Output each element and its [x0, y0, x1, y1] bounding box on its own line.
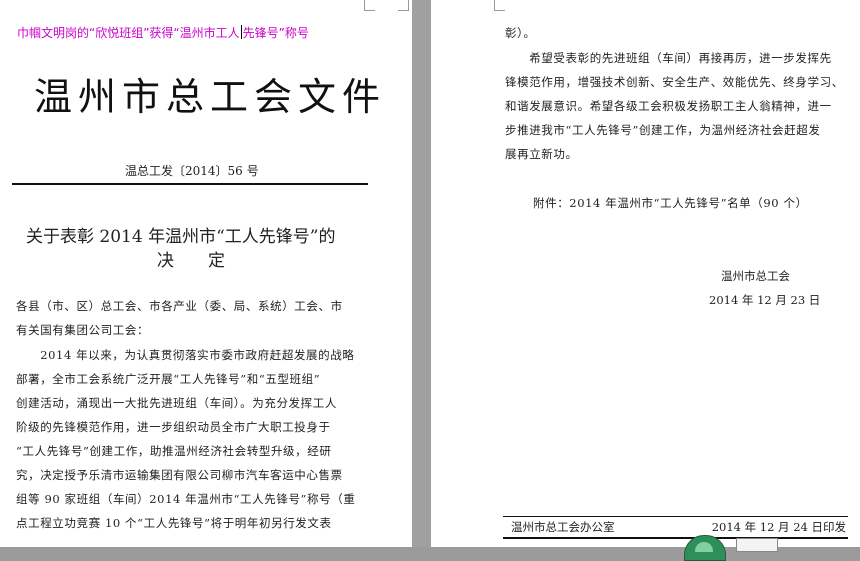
- body-line: 彰）。: [505, 26, 536, 40]
- body-line: 2014 年以来，为认真贯彻落实市委市政府赶超发展的战略: [16, 348, 355, 362]
- footer-rule-top: [503, 516, 848, 517]
- body-line: 部署，全市工会系统广泛开展“工人先锋号”和“五型班组”: [16, 372, 321, 386]
- page-gutter: [412, 0, 431, 547]
- header-rule: [12, 183, 368, 185]
- attachment-line: 附件：2014 年温州市“工人先锋号”名单（90 个）: [533, 196, 808, 210]
- body-line: “工人先锋号”创建工作，助推温州经济社会转型升级，经研: [16, 444, 332, 458]
- body-line: 究，决定授予乐清市运输集团有限公司柳市汽车客运中心售票: [16, 468, 343, 482]
- heading-line-1: 关于表彰 2014 年温州市“工人先锋号”的: [26, 227, 336, 247]
- footer-issuer: 温州市总工会办公室: [511, 520, 615, 534]
- page-corner-mark: [398, 0, 409, 11]
- body-line: 展再立新功。: [505, 147, 578, 161]
- body-line: 各县（市、区）总工会、市各产业（委、局、系统）工会、市: [16, 299, 343, 313]
- banner-text-before: 巾帼文明岗的“欣悦班组”获得“温州市工人: [17, 26, 240, 40]
- body-line: 和谐发展意识。希望各级工会积极发扬职工主人翁精神，进一: [505, 99, 832, 113]
- document-page-right: 彰）。 希望受表彰的先进班组（车间）再接再厉，进一步发挥先 锋模范作用，增强技术…: [431, 0, 860, 547]
- footer-print-date: 2014 年 12 月 24 日印发: [711, 520, 846, 534]
- signature-date: 2014 年 12 月 23 日: [709, 293, 821, 307]
- signature-organization: 温州市总工会: [721, 269, 790, 283]
- body-line: 有关国有集团公司工会：: [16, 323, 150, 337]
- body-line: 步推进我市“工人先锋号”创建工作，为温州经济社会赶超发: [505, 123, 821, 137]
- body-line: 锋模范作用，增强技术创新、安全生产、效能优先、终身学习、: [505, 75, 844, 89]
- page-corner-mark: [494, 0, 505, 11]
- footer-rule-bottom: [503, 537, 848, 539]
- document-page-left: 巾帼文明岗的“欣悦班组”获得“温州市工人 先锋号”称号 温州市总工会文件 温总工发…: [0, 0, 412, 547]
- floating-panel-tab[interactable]: [736, 538, 778, 552]
- text-cursor: [240, 25, 242, 39]
- document-title: 温州市总工会文件: [34, 75, 387, 119]
- document-number: 温总工发〔2014〕56 号: [125, 164, 259, 178]
- body-line: 组等 90 家班组（车间）2014 年温州市“工人先锋号”称号（重: [16, 492, 356, 506]
- page-corner-mark: [364, 0, 375, 11]
- heading-line-2: 决 定: [157, 251, 225, 271]
- body-line: 创建活动，涌现出一大批先进班组（车间）。为充分发挥工人: [16, 396, 337, 410]
- body-line: 阶级的先锋模范作用，进一步组织动员全市广大职工投身于: [16, 420, 331, 434]
- body-line: 点工程立功竞赛 10 个“工人先锋号”将于明年初另行发文表: [16, 516, 332, 530]
- banner-text-after: 先锋号”称号: [242, 26, 309, 40]
- page-banner[interactable]: 巾帼文明岗的“欣悦班组”获得“温州市工人 先锋号”称号: [17, 24, 309, 41]
- body-line: 希望受表彰的先进班组（车间）再接再厉，进一步发挥先: [505, 51, 832, 65]
